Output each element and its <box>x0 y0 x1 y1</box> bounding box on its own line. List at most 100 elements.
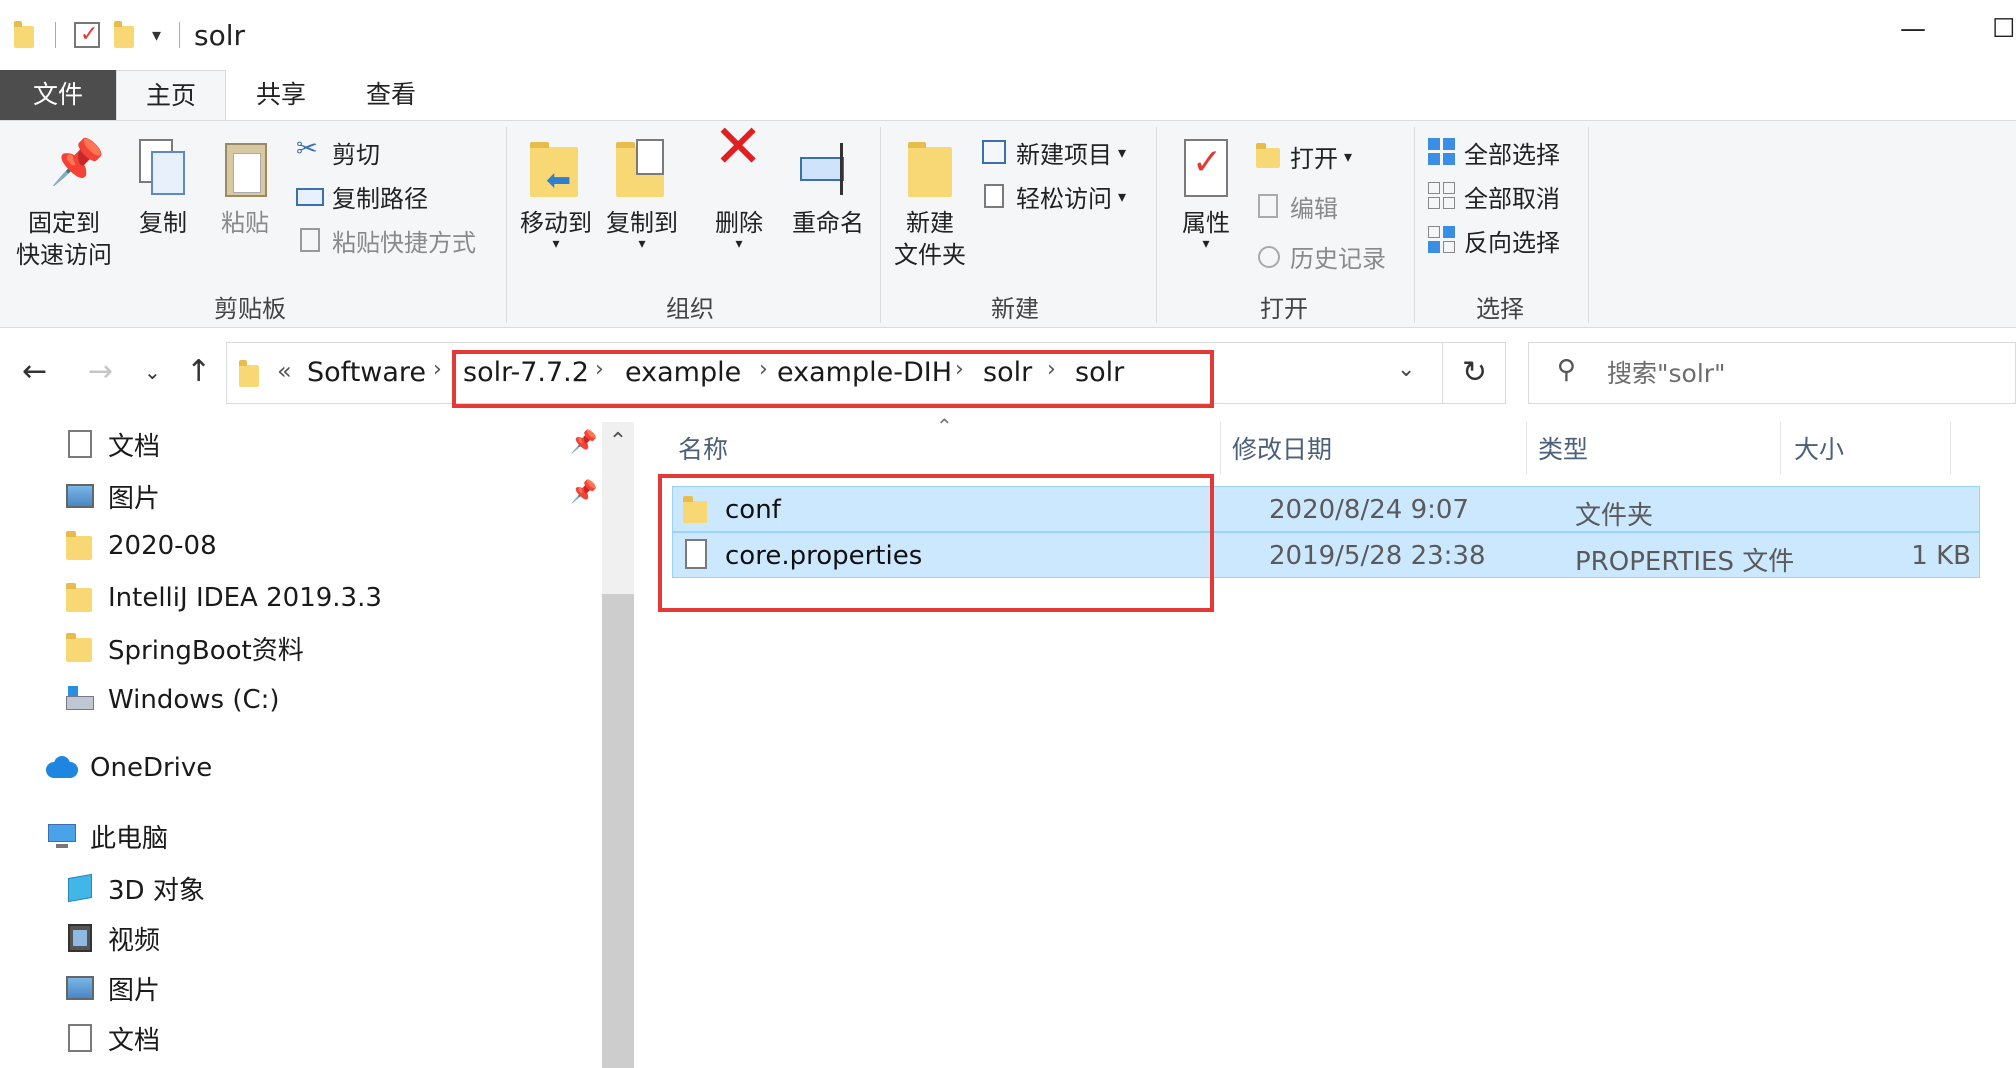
chevron-down-icon: ▾ <box>735 236 743 252</box>
file-type: PROPERTIES 文件 <box>1575 547 1795 577</box>
scroll-up-icon[interactable]: ⌃ <box>602 422 634 462</box>
delete-button[interactable]: ✕ 删除 ▾ <box>702 117 776 252</box>
nav-item-videos[interactable]: 视频 <box>64 918 160 958</box>
properties-checkbox-icon[interactable]: ✓ <box>74 22 100 48</box>
chevron-down-icon: ▾ <box>638 236 646 252</box>
back-arrow-icon[interactable]: ← <box>22 354 47 389</box>
annotation-highlight-files <box>658 474 1214 612</box>
properties-label: 属性 <box>1182 209 1230 237</box>
copy-button[interactable]: 复制 <box>126 137 200 239</box>
history-label: 历史记录 <box>1290 244 1386 273</box>
scissors-icon: ✂ <box>296 134 318 164</box>
search-input[interactable] <box>1607 353 1987 393</box>
annotation-highlight-path <box>452 350 1214 408</box>
tab-file[interactable]: 文件 <box>0 70 116 120</box>
nav-item-onedrive[interactable]: OneDrive <box>46 748 212 788</box>
nav-scrollbar[interactable]: ⌃ <box>602 422 634 1068</box>
move-to-button[interactable]: ⬅ 移动到 ▾ <box>514 137 598 251</box>
new-item-icon <box>980 138 1008 166</box>
nav-item-this-pc[interactable]: 此电脑 <box>46 816 168 856</box>
breadcrumb-software[interactable]: Software <box>307 357 426 388</box>
scrollbar-thumb[interactable] <box>602 594 634 1068</box>
new-folder-button[interactable]: 新建 文件夹 <box>886 137 974 271</box>
tab-home[interactable]: 主页 <box>116 70 226 120</box>
select-all-button[interactable]: 全部选择 <box>1428 133 1560 171</box>
nav-item-pictures-2[interactable]: 图片 <box>64 968 160 1008</box>
paste-button[interactable]: 粘贴 <box>208 137 282 239</box>
nav-item-intellij[interactable]: IntelliJ IDEA 2019.3.3 <box>64 578 382 618</box>
tab-share[interactable]: 共享 <box>236 70 326 120</box>
up-arrow-icon[interactable]: ↑ <box>186 354 211 389</box>
nav-item-pictures[interactable]: 图片 <box>64 476 160 516</box>
ribbon-tabs: 文件 主页 共享 查看 <box>0 70 2016 120</box>
chevron-down-icon: ▾ <box>1202 236 1210 252</box>
copy-path-button[interactable]: 复制路径 <box>296 177 428 215</box>
forward-arrow-icon[interactable]: → <box>88 354 113 389</box>
breadcrumb-overflow[interactable]: « <box>277 357 292 385</box>
new-folder-label-line1: 新建 <box>906 209 954 237</box>
column-header-type[interactable]: 类型 <box>1538 430 1588 466</box>
nav-item-windows-c[interactable]: Windows (C:) <box>64 680 280 720</box>
file-type: 文件夹 <box>1575 501 1654 531</box>
copy-to-icon <box>610 137 674 201</box>
column-divider[interactable] <box>1950 422 1951 474</box>
rename-button[interactable]: 重命名 <box>784 137 872 239</box>
copy-to-button[interactable]: 复制到 ▾ <box>600 137 684 252</box>
file-date: 2019/5/28 23:38 <box>1269 541 1486 571</box>
nav-item-label: 视频 <box>108 925 161 956</box>
invert-selection-button[interactable]: 反向选择 <box>1428 221 1560 259</box>
folder-icon <box>64 530 96 562</box>
move-to-icon: ⬅ <box>524 137 588 201</box>
nav-item-documents-2[interactable]: 文档 <box>64 1018 160 1058</box>
pin-icon: 📌 <box>50 137 105 188</box>
refresh-button[interactable]: ↻ <box>1442 342 1506 404</box>
minimize-button[interactable]: — <box>1900 14 1926 44</box>
pin-icon[interactable]: 📌 <box>570 430 597 455</box>
picture-icon <box>64 480 96 512</box>
folder-icon <box>64 582 96 614</box>
copy-path-label: 复制路径 <box>332 184 428 213</box>
cut-label: 剪切 <box>332 140 380 169</box>
easy-access-button[interactable]: 轻松访问 ▾ <box>980 177 1126 215</box>
nav-item-documents[interactable]: 文档 <box>64 424 160 464</box>
group-divider <box>506 127 507 323</box>
history-button[interactable]: 历史记录 <box>1254 237 1386 275</box>
group-label-new: 新建 <box>991 295 1039 323</box>
column-divider[interactable] <box>1220 422 1221 474</box>
pin-label-line1: 固定到 <box>28 209 100 237</box>
drive-icon <box>64 684 96 716</box>
paste-shortcut-button[interactable]: 粘贴快捷方式 <box>296 221 476 259</box>
new-folder-icon[interactable] <box>114 21 136 48</box>
open-button[interactable]: 打开 ▾ <box>1254 137 1352 175</box>
pin-to-quick-access-button[interactable]: 📌 固定到 快速访问 <box>8 137 120 271</box>
column-header-date[interactable]: 修改日期 <box>1232 430 1332 466</box>
select-none-button[interactable]: 全部取消 <box>1428 177 1560 215</box>
recent-locations-chevron-icon[interactable]: ⌄ <box>144 360 161 384</box>
breadcrumb-separator[interactable]: › <box>433 357 442 382</box>
cut-button[interactable]: ✂ 剪切 <box>296 133 380 171</box>
properties-button[interactable]: ✓ 属性 ▾ <box>1164 137 1248 252</box>
new-item-button[interactable]: 新建项目 ▾ <box>980 133 1126 171</box>
group-label-clipboard: 剪贴板 <box>214 295 286 323</box>
column-divider[interactable] <box>1526 422 1527 474</box>
pin-icon[interactable]: 📌 <box>570 480 597 505</box>
column-divider[interactable] <box>1780 422 1781 474</box>
nav-item-2020-08[interactable]: 2020-08 <box>64 526 217 566</box>
column-header-name[interactable]: 名称 <box>678 430 728 466</box>
column-header-size[interactable]: 大小 <box>1794 430 1844 466</box>
paste-shortcut-label: 粘贴快捷方式 <box>332 228 476 257</box>
customize-toolbar-dropdown-icon[interactable]: ▾ <box>152 25 161 46</box>
nav-item-3d-objects[interactable]: 3D 对象 <box>64 868 205 908</box>
maximize-button[interactable]: ☐ <box>1992 14 2015 44</box>
address-dropdown-icon[interactable]: ⌄ <box>1397 357 1415 382</box>
nav-item-springboot[interactable]: SpringBoot资料 <box>64 628 304 668</box>
search-box[interactable]: ⚲ <box>1528 342 2016 404</box>
tab-view[interactable]: 查看 <box>346 70 436 120</box>
edit-button[interactable]: 编辑 <box>1254 187 1338 225</box>
document-icon <box>64 428 96 460</box>
nav-item-label: IntelliJ IDEA 2019.3.3 <box>108 583 382 613</box>
easy-access-label: 轻松访问 <box>1016 184 1112 213</box>
divider <box>36 22 56 48</box>
nav-item-label: OneDrive <box>90 753 213 783</box>
group-label-open: 打开 <box>1260 295 1308 323</box>
